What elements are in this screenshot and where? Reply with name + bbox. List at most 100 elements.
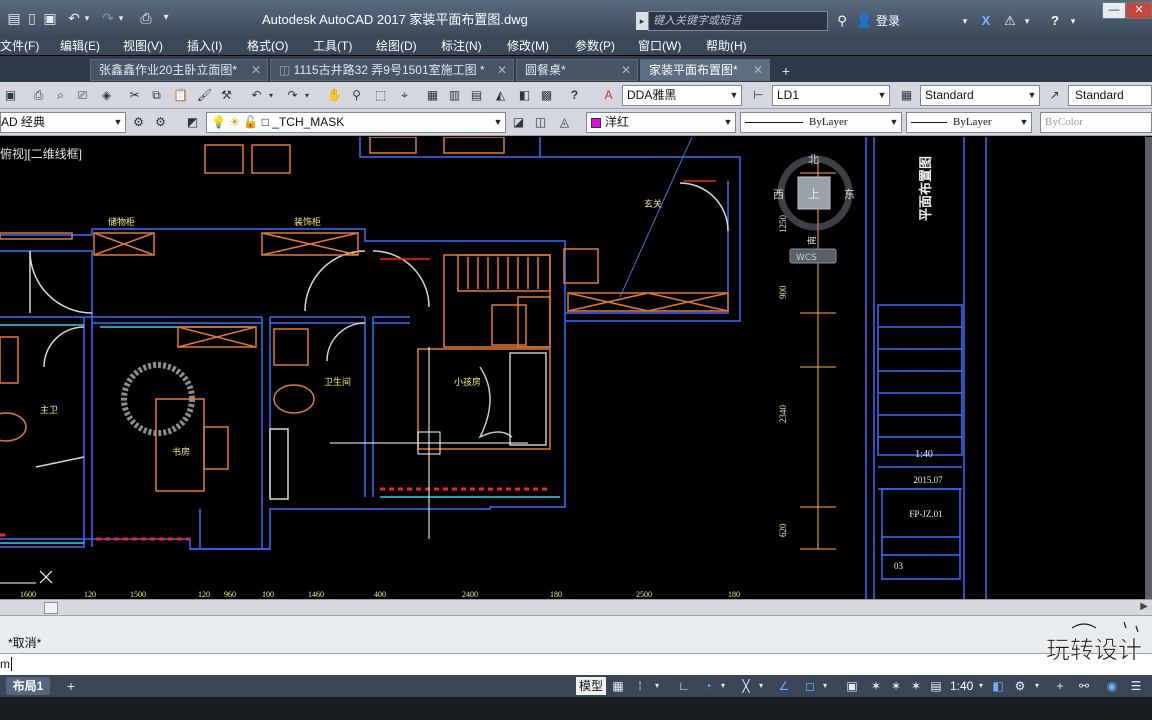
viewcube-south[interactable]: 南 — [806, 236, 818, 245]
save-tool-icon[interactable]: ▣ — [2, 87, 19, 104]
dynamic-ucs-icon[interactable]: ◧ — [990, 678, 1006, 694]
help-tool-icon[interactable]: ? — [566, 87, 583, 104]
viewcube-west[interactable]: 西 — [773, 188, 784, 201]
search-input[interactable]: 键入关键字或短语 — [648, 11, 828, 31]
color-select[interactable]: 洋红 ▼ — [586, 112, 736, 133]
table-style-icon[interactable]: ▦ — [898, 87, 915, 104]
menu-format[interactable]: 格式(O) — [247, 37, 288, 54]
redo-dropdown-icon[interactable]: ▾ — [116, 9, 126, 27]
workspace-settings-icon[interactable]: ⚙ — [130, 114, 147, 131]
design-center-icon[interactable]: ▥ — [446, 87, 463, 104]
tab-floor-plan[interactable]: 家装平面布置图* ✕ — [640, 59, 770, 81]
scrollbar-thumb[interactable] — [44, 602, 58, 614]
isolate-objects-icon[interactable]: ◉ — [1104, 678, 1120, 694]
workspace-dropdown-icon[interactable]: ▾ — [1032, 678, 1042, 694]
menu-dimension[interactable]: 标注(N) — [441, 37, 482, 54]
menu-edit[interactable]: 编辑(E) — [60, 37, 100, 54]
menu-file[interactable]: 文件(F) — [0, 37, 39, 54]
undo-dropdown-icon[interactable]: ▾ — [82, 9, 92, 27]
annotation-monitor-icon[interactable]: + — [1052, 678, 1068, 694]
object-snap-dropdown-icon[interactable]: ▾ — [820, 678, 830, 694]
workspace-select[interactable]: AD 经典 ▼ — [0, 112, 126, 133]
app-menu-icon[interactable]: ▤ — [4, 9, 24, 27]
tab-construction-drawing[interactable]: ◫ 1115古井路32 弄9号1501室施工图 * ✕ — [270, 59, 514, 81]
paste-icon[interactable]: 📋 — [172, 87, 189, 104]
plotstyle-select[interactable]: ByColor — [1040, 112, 1152, 133]
zoom-previous-icon[interactable]: ⌖ — [396, 87, 413, 104]
annotation-scale-icon[interactable]: ✶ — [908, 678, 924, 694]
help-dropdown-icon[interactable]: ▾ — [1068, 12, 1078, 30]
match-properties-icon[interactable]: 🖌 — [196, 87, 213, 104]
polar-dropdown-icon[interactable]: ▾ — [718, 678, 728, 694]
tab-close-icon[interactable]: ✕ — [251, 60, 261, 80]
tab-close-icon[interactable]: ✕ — [621, 60, 631, 80]
dim-style-select[interactable]: LD1 ▼ — [772, 85, 890, 106]
tab-round-table[interactable]: 圆餐桌* ✕ — [516, 59, 638, 81]
model-space-button[interactable]: 模型 — [576, 677, 606, 695]
scale-dropdown-icon[interactable]: ▾ — [976, 678, 986, 694]
zoom-realtime-icon[interactable]: ⚲ — [348, 87, 365, 104]
object-snap-icon[interactable]: ◻ — [802, 678, 818, 694]
3d-print-icon[interactable]: ◈ — [98, 87, 115, 104]
add-layout-icon[interactable]: + — [62, 678, 80, 694]
a360-dropdown-icon[interactable]: ▾ — [1022, 12, 1032, 30]
pan-icon[interactable]: ✋ — [326, 87, 343, 104]
isodraft-icon[interactable]: ╳ — [738, 678, 754, 694]
viewcube[interactable]: 上 北 西 东 南 WCS — [773, 153, 855, 264]
minimize-icon[interactable]: — — [1102, 2, 1126, 19]
auto-scale-icon[interactable]: ✶ — [888, 678, 904, 694]
plot-preview-icon[interactable]: ⌕ — [52, 87, 69, 104]
linetype-select[interactable]: ByLayer ▼ — [740, 112, 902, 133]
workspace-switch-icon[interactable]: ⚙ — [1012, 678, 1028, 694]
redo-tool-dropdown-icon[interactable]: ▾ — [302, 87, 312, 104]
units-icon[interactable]: ⚯ — [1076, 678, 1092, 694]
tab-close-icon[interactable]: ✕ — [497, 60, 507, 80]
markup-icon[interactable]: ◧ — [516, 87, 533, 104]
sheet-set-icon[interactable]: ◭ — [492, 87, 509, 104]
horizontal-scrollbar[interactable]: ▶ — [0, 599, 1152, 615]
customize-quick-access-icon[interactable]: ▾ — [156, 9, 176, 27]
viewcube-north[interactable]: 北 — [808, 153, 819, 166]
zoom-window-icon[interactable]: ⬚ — [372, 87, 389, 104]
block-editor-icon[interactable]: ⚒ — [218, 87, 235, 104]
snap-mode-icon[interactable]: ⁞ — [632, 678, 648, 694]
drawing-area[interactable]: 储物柜 装饰柜 玄关 主卫 书房 卫生间 小孩房 1250 900 2340 6… — [0, 137, 1145, 599]
undo-icon[interactable]: ↶ — [64, 9, 84, 27]
menu-help[interactable]: 帮助(H) — [706, 37, 747, 54]
multileader-style-select[interactable]: Standard — [1068, 85, 1152, 106]
save-icon[interactable]: ▣ — [40, 9, 60, 27]
new-file-icon[interactable]: ▯ — [22, 9, 42, 27]
layer-properties-icon[interactable]: ◩ — [184, 114, 201, 131]
lineweight-display-icon[interactable]: ▣ — [844, 678, 860, 694]
polar-tracking-icon[interactable]: ◔ — [700, 678, 716, 694]
grid-icon[interactable]: ▦ — [610, 678, 626, 694]
layer-select[interactable]: 💡 ☀ 🔓 □ _TCH_MASK ▼ — [206, 112, 506, 133]
isodraft-dropdown-icon[interactable]: ▾ — [756, 678, 766, 694]
object-snap-tracking-icon[interactable]: ∠ — [776, 678, 792, 694]
tab-master-bedroom-elevation[interactable]: 张鑫鑫作业20主卧立面图* ✕ — [90, 59, 268, 81]
menu-view[interactable]: 视图(V) — [123, 37, 163, 54]
binoculars-icon[interactable]: ⚲ — [834, 12, 850, 30]
floor-plan-drawing[interactable]: 储物柜 装饰柜 玄关 主卫 书房 卫生间 小孩房 1250 900 2340 6… — [0, 137, 1145, 599]
autodesk-a360-icon[interactable]: ⚠ — [1002, 12, 1018, 30]
text-style-icon[interactable]: A — [600, 87, 617, 104]
new-tab-icon[interactable]: + — [778, 64, 794, 78]
search-expand-icon[interactable]: ▸ — [636, 12, 648, 30]
lineweight-select[interactable]: ByLayer ▼ — [906, 112, 1032, 133]
plot-icon[interactable]: ⎙ — [30, 87, 47, 104]
copy-icon[interactable]: ⧉ — [148, 87, 165, 104]
print-icon[interactable]: ⎙ — [136, 9, 156, 27]
tab-layout1[interactable]: 布局1 — [6, 677, 50, 695]
annotation-scale-value[interactable]: 1:40 — [950, 678, 973, 694]
menu-draw[interactable]: 绘图(D) — [376, 37, 417, 54]
calculator-icon[interactable]: ▩ — [538, 87, 555, 104]
workspace-toggle-icon[interactable]: ⚙ — [152, 114, 169, 131]
tab-close-icon[interactable]: ✕ — [753, 60, 763, 80]
dim-style-icon[interactable]: ⊢ — [750, 87, 767, 104]
tool-palettes-icon[interactable]: ▤ — [468, 87, 485, 104]
viewcube-east[interactable]: 东 — [844, 188, 855, 201]
command-input[interactable]: m — [0, 653, 1152, 675]
annotation-visibility-icon[interactable]: ✶ — [868, 678, 884, 694]
exchange-icon[interactable]: X — [978, 12, 994, 30]
properties-icon[interactable]: ▦ — [424, 87, 441, 104]
